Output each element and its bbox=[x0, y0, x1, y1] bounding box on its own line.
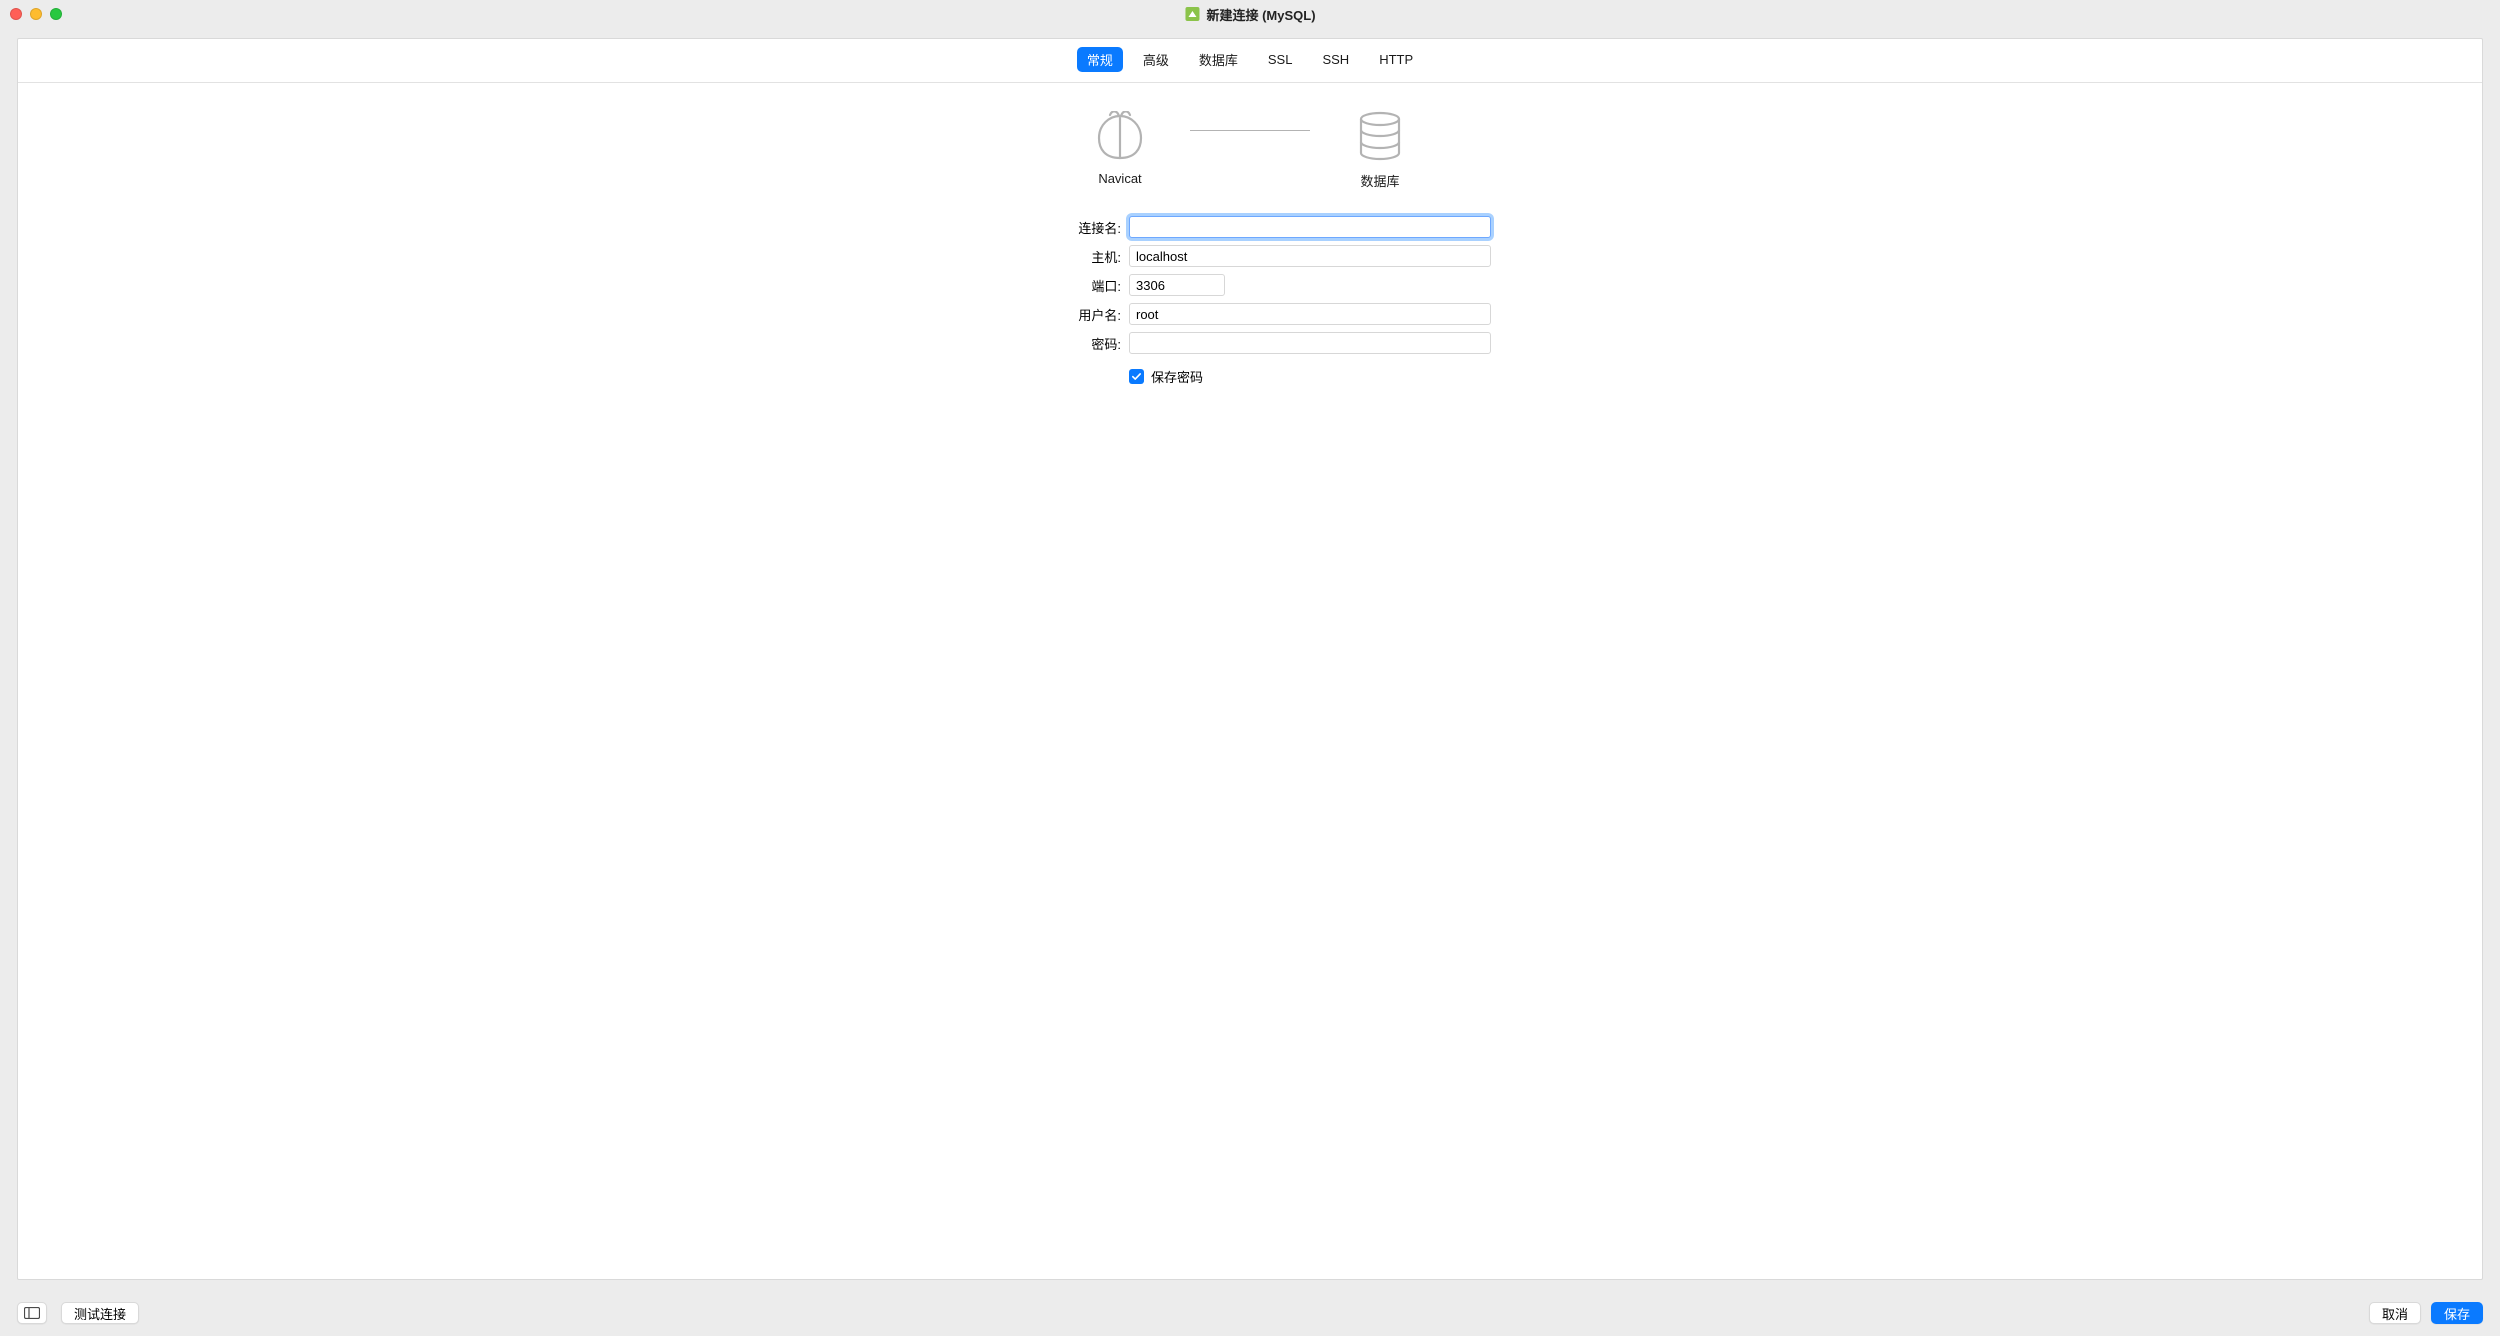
connection-form: 连接名: 主机: 端口: 用户名: 密码: 保存密码 bbox=[18, 216, 2482, 386]
password-label: 密码: bbox=[1009, 334, 1129, 353]
navicat-icon bbox=[1094, 111, 1146, 161]
test-connection-button[interactable]: 测试连接 bbox=[61, 1302, 139, 1324]
password-input[interactable] bbox=[1129, 332, 1491, 354]
username-label: 用户名: bbox=[1009, 305, 1129, 324]
navicat-app-icon bbox=[1184, 6, 1200, 22]
diagram-client: Navicat bbox=[1050, 111, 1190, 186]
save-password-checkbox[interactable] bbox=[1129, 369, 1144, 384]
host-label: 主机: bbox=[1009, 247, 1129, 266]
username-input[interactable] bbox=[1129, 303, 1491, 325]
tab-ssh[interactable]: SSH bbox=[1312, 49, 1359, 70]
window-title-container: 新建连接 (MySQL) bbox=[1184, 5, 1315, 24]
toggle-sidebar-button[interactable] bbox=[17, 1302, 47, 1324]
tab-advanced[interactable]: 高级 bbox=[1133, 47, 1179, 72]
port-label: 端口: bbox=[1009, 276, 1129, 295]
titlebar: 新建连接 (MySQL) bbox=[0, 0, 2500, 28]
cancel-button[interactable]: 取消 bbox=[2369, 1302, 2421, 1324]
save-button[interactable]: 保存 bbox=[2431, 1302, 2483, 1324]
main-panel: 常规 高级 数据库 SSL SSH HTTP Navicat bbox=[17, 38, 2483, 1280]
tab-database[interactable]: 数据库 bbox=[1189, 47, 1248, 72]
window-title: 新建连接 (MySQL) bbox=[1206, 5, 1315, 24]
maximize-window-button[interactable] bbox=[50, 8, 62, 20]
connection-name-input[interactable] bbox=[1129, 216, 1491, 238]
tab-bar: 常规 高级 数据库 SSL SSH HTTP bbox=[18, 39, 2482, 83]
connection-diagram: Navicat 数据库 bbox=[18, 111, 2482, 190]
port-input[interactable] bbox=[1129, 274, 1225, 296]
diagram-client-label: Navicat bbox=[1098, 171, 1141, 186]
connection-name-label: 连接名: bbox=[1009, 218, 1129, 237]
sidebar-icon bbox=[24, 1307, 40, 1319]
tab-http[interactable]: HTTP bbox=[1369, 49, 1423, 70]
footer: 测试连接 取消 保存 bbox=[17, 1302, 2483, 1324]
host-input[interactable] bbox=[1129, 245, 1491, 267]
diagram-server: 数据库 bbox=[1310, 111, 1450, 190]
tab-general[interactable]: 常规 bbox=[1077, 47, 1123, 72]
minimize-window-button[interactable] bbox=[30, 8, 42, 20]
checkmark-icon bbox=[1131, 371, 1142, 382]
close-window-button[interactable] bbox=[10, 8, 22, 20]
diagram-server-label: 数据库 bbox=[1360, 171, 1399, 190]
traffic-lights bbox=[10, 8, 62, 20]
diagram-connector bbox=[1190, 111, 1310, 161]
save-password-label: 保存密码 bbox=[1151, 367, 1203, 386]
database-icon bbox=[1356, 111, 1404, 161]
tab-ssl[interactable]: SSL bbox=[1258, 49, 1303, 70]
